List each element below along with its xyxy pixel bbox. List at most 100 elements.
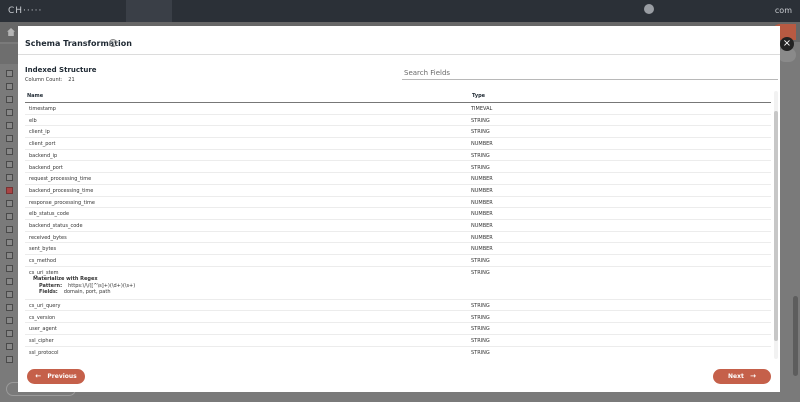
field-type: NUMBER (471, 211, 493, 218)
field-type: STRING (471, 326, 490, 333)
name-column-header: Name (27, 93, 44, 99)
table-row: ssl_cipher STRING (25, 335, 771, 347)
info-icon[interactable]: i (109, 39, 117, 47)
field-type: NUMBER (471, 234, 493, 241)
app-row-checkbox (6, 148, 13, 155)
field-name: backend_ip (29, 152, 58, 159)
app-topbar (0, 0, 800, 22)
regex-line: Pattern: https:\/\/([^\s]+)(\d+)(\s+) (39, 283, 135, 289)
fields-table: Name Type timestamp TIMEVAL elb STRING clien… (25, 89, 771, 357)
app-active-tab (126, 0, 172, 22)
column-count: Column Count: 21 (25, 77, 75, 83)
field-type: STRING (471, 152, 490, 159)
app-row-checkbox (6, 213, 13, 220)
app-row-checkbox (6, 187, 13, 194)
table-header: Name Type (25, 89, 771, 103)
table-scrollbar[interactable] (774, 91, 778, 359)
field-type: STRING (471, 164, 490, 171)
app-logo: CH····· (8, 6, 43, 16)
field-type: NUMBER (471, 223, 493, 229)
app-row-checkbox (6, 135, 13, 142)
field-type: STRING (471, 258, 490, 265)
field-name: ssl_protocol (29, 349, 59, 356)
field-name: ssl_cipher (29, 337, 54, 344)
arrow-left-icon: ← (35, 372, 42, 380)
app-row-checkbox (6, 265, 13, 272)
app-row-checkbox (6, 161, 13, 168)
field-name: backend_status_code (29, 223, 83, 229)
user-avatar (644, 4, 654, 14)
field-name: response_processing_time (29, 199, 95, 206)
app-user-info: com (774, 6, 792, 15)
app-row-checkbox (6, 70, 13, 77)
schema-transformation-modal: × Schema Transformation i Indexed Struct… (18, 26, 794, 392)
arrow-right-icon: → (750, 372, 756, 380)
field-type: STRING (471, 349, 490, 356)
table-row: backend_ip STRING (25, 150, 771, 162)
field-name: cs_uri_query (29, 302, 61, 309)
field-name: client_ip (29, 129, 50, 136)
table-row: received_bytes NUMBER (25, 232, 771, 244)
table-row: backend_port STRING (25, 162, 771, 174)
app-row-checkbox (6, 200, 13, 207)
field-type: STRING (471, 302, 490, 309)
field-type: STRING (471, 269, 490, 276)
table-row: backend_status_code NUMBER (25, 220, 771, 232)
app-search-box (0, 44, 18, 64)
field-name: user_agent (29, 326, 57, 333)
table-row: timestamp TIMEVAL (25, 103, 771, 115)
field-name: timestamp (29, 106, 56, 112)
previous-label: Previous (47, 373, 77, 380)
app-row-checkbox (6, 96, 13, 103)
field-type: NUMBER (471, 176, 493, 183)
table-row: client_port NUMBER (25, 138, 771, 150)
app-row-checkbox (6, 226, 13, 233)
app-row-checkbox (6, 317, 13, 324)
table-row: ssl_protocol STRING (25, 347, 771, 357)
app-row-checkbox (6, 122, 13, 129)
next-button[interactable]: Next → (713, 369, 771, 384)
column-count-value: 21 (68, 77, 75, 83)
field-type: TIMEVAL (471, 106, 493, 112)
regex-heading: Materialize with Regex (33, 276, 98, 283)
app-row-checkbox (6, 83, 13, 90)
app-row-checkbox (6, 356, 13, 363)
regex-fields-label: Fields: (39, 289, 58, 296)
app-row-checkbox (6, 304, 13, 311)
field-type: NUMBER (471, 199, 493, 206)
field-name: backend_processing_time (29, 187, 94, 194)
field-name: sent_bytes (29, 246, 57, 253)
scrollbar-thumb[interactable] (774, 111, 778, 341)
field-type: STRING (471, 129, 490, 136)
app-row-checkbox (6, 252, 13, 259)
close-icon[interactable]: × (780, 37, 794, 51)
table-row: cs_method STRING (25, 255, 771, 267)
app-row-checkbox (6, 174, 13, 181)
table-row: request_processing_time NUMBER (25, 173, 771, 185)
table-row: sent_bytes NUMBER (25, 243, 771, 256)
table-row: user_agent STRING (25, 323, 771, 335)
field-type: NUMBER (471, 187, 493, 194)
app-row-checkbox (6, 109, 13, 116)
app-row-checkbox (6, 278, 13, 285)
field-name: backend_port (29, 164, 63, 171)
regex-pattern: https:\/\/([^\s]+)(\d+)(\s+) (68, 282, 136, 289)
table-row: cs_uri_query STRING (25, 300, 771, 312)
regex-line: Fields: domain, port, path (39, 289, 111, 295)
field-type: NUMBER (471, 246, 493, 253)
field-type: STRING (471, 337, 490, 344)
field-name: elb (29, 117, 37, 124)
field-type: NUMBER (471, 141, 493, 148)
column-count-label: Column Count: (25, 77, 63, 83)
field-name: cs_version (29, 314, 56, 321)
field-name: elb_status_code (29, 211, 70, 218)
regex-pattern-label: Pattern: (39, 282, 63, 289)
table-row: client_ip STRING (25, 126, 771, 139)
table-row: cs_version STRING (25, 312, 771, 324)
table-row: cs_uri_stem STRING Materialize with Regex P… (25, 267, 771, 300)
field-name: cs_uri_stem (29, 269, 59, 276)
field-name: client_port (29, 141, 56, 148)
app-scrollbar (793, 296, 798, 376)
search-fields-input[interactable] (402, 66, 778, 80)
previous-button[interactable]: ← Previous (27, 369, 85, 384)
